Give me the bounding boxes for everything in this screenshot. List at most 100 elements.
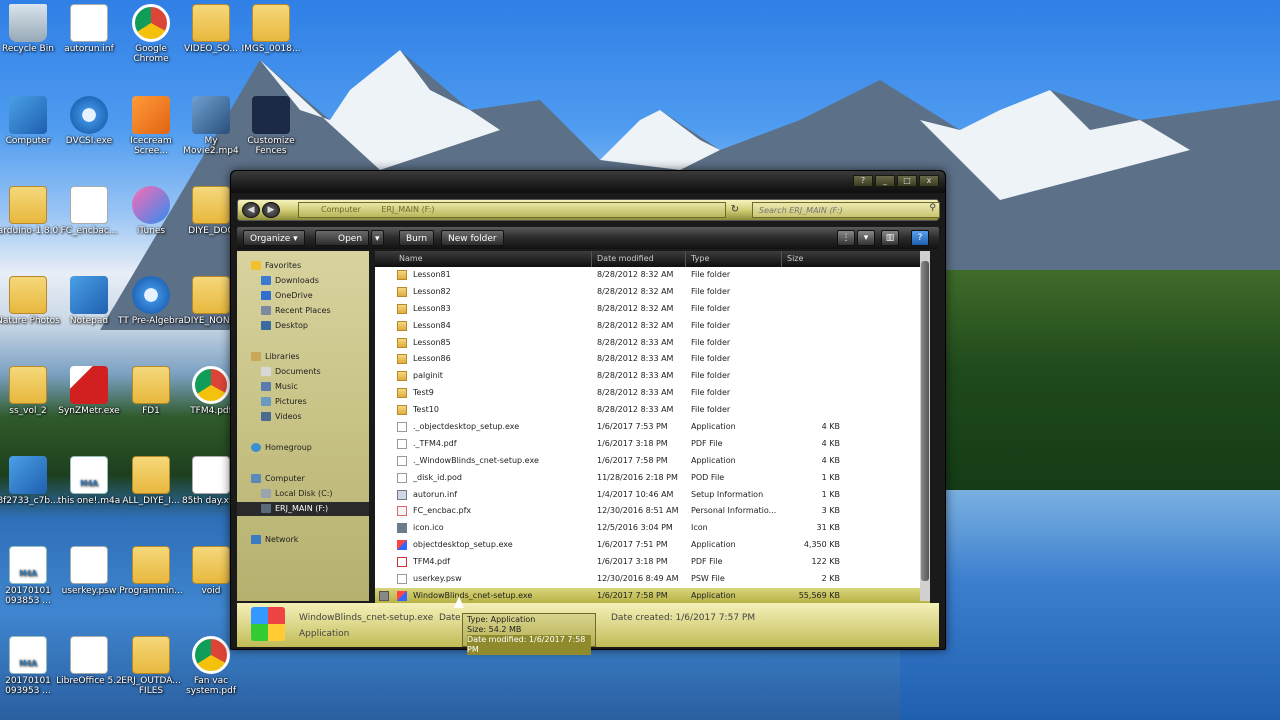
desktop-icon-tt-prealgebra[interactable]: TT Pre-Algebra bbox=[118, 276, 184, 326]
file-row[interactable]: Test10 8/28/2012 8:33 AM File folder bbox=[375, 402, 930, 419]
desktop-icon-ss-vol-2[interactable]: ss_vol_2 bbox=[0, 366, 61, 416]
file-date: 11/28/2016 2:18 PM bbox=[597, 472, 678, 482]
nav-computer[interactable]: Computer bbox=[237, 472, 369, 486]
file-date: 8/28/2012 8:33 AM bbox=[597, 337, 674, 347]
nav-homegroup[interactable]: Homegroup bbox=[237, 441, 369, 455]
nav-erj-main[interactable]: ERJ_MAIN (F:) bbox=[237, 502, 369, 516]
burn-button[interactable]: Burn bbox=[399, 230, 435, 246]
nav-onedrive[interactable]: OneDrive bbox=[237, 289, 369, 303]
file-row[interactable]: userkey.psw 12/30/2016 8:49 AM PSW File 2 K… bbox=[375, 571, 930, 588]
column-name[interactable]: Name bbox=[399, 254, 423, 263]
desktop-icon-20170101-a[interactable]: M4A 20170101 093853 ... bbox=[0, 546, 61, 606]
file-row[interactable]: Lesson82 8/28/2012 8:32 AM File folder bbox=[375, 284, 930, 301]
desktop-icon-icecream[interactable]: Icecream Scree... bbox=[118, 96, 184, 156]
desktop-icon-computer[interactable]: Computer bbox=[0, 96, 61, 146]
nav-network[interactable]: Network bbox=[237, 533, 369, 547]
desktop-icon-8f2733[interactable]: 8f2733_c7b... bbox=[0, 456, 61, 506]
desktop-icon-erj-outda[interactable]: ERJ_OUTDA... FILES bbox=[118, 636, 184, 696]
file-row[interactable]: Lesson85 8/28/2012 8:33 AM File folder bbox=[375, 335, 930, 352]
file-row[interactable]: icon.ico 12/5/2016 3:04 PM Icon 31 KB bbox=[375, 520, 930, 537]
new-folder-button[interactable]: New folder bbox=[441, 230, 504, 246]
nav-videos[interactable]: Videos bbox=[237, 410, 369, 424]
file-row[interactable]: _disk_id.pod 11/28/2016 2:18 PM POD File 1 … bbox=[375, 470, 930, 487]
desktop-icon-dvcsi[interactable]: DVCSI.exe bbox=[56, 96, 122, 146]
refresh-icon[interactable]: ↻ bbox=[728, 203, 742, 217]
search-icon[interactable]: ⚲ bbox=[929, 203, 936, 213]
forward-button[interactable]: ▶ bbox=[262, 202, 280, 218]
file-row[interactable]: ._objectdesktop_setup.exe 1/6/2017 7:53 P… bbox=[375, 419, 930, 436]
preview-pane-icon[interactable]: ▥ bbox=[881, 230, 899, 246]
address-field[interactable]: Computer ERJ_MAIN (F:) bbox=[298, 202, 726, 218]
nav-local-disk[interactable]: Local Disk (C:) bbox=[237, 487, 369, 501]
column-separator[interactable] bbox=[591, 251, 592, 267]
desktop-icon-synzmetr[interactable]: SynZMetr.exe bbox=[56, 366, 122, 416]
spreadsheet-icon bbox=[192, 456, 230, 494]
file-row[interactable]: FC_encbac.pfx 12/30/2016 8:51 AM Personal … bbox=[375, 503, 930, 520]
vertical-scrollbar[interactable] bbox=[920, 251, 930, 601]
column-separator[interactable] bbox=[781, 251, 782, 267]
desktop-icon-imgs[interactable]: IMGS_0018... bbox=[238, 4, 304, 54]
desktop-icon-my-movie[interactable]: My Movie2.mp4 bbox=[178, 96, 244, 156]
column-separator[interactable] bbox=[685, 251, 686, 267]
desktop-icon-fd1[interactable]: FD1 bbox=[118, 366, 184, 416]
column-type[interactable]: Type bbox=[691, 254, 709, 263]
desktop-icon-fc-encbac[interactable]: FC_encbac... bbox=[56, 186, 122, 236]
title-bar[interactable]: ? _ □ x bbox=[231, 171, 945, 193]
search-input[interactable] bbox=[753, 203, 921, 217]
file-row[interactable]: autorun.inf 1/4/2017 10:46 AM Setup Inform… bbox=[375, 487, 930, 504]
file-row[interactable]: Lesson81 8/28/2012 8:32 AM File folder bbox=[375, 267, 930, 284]
desktop-icon-20170101-b[interactable]: M4A 20170101 093953 ... bbox=[0, 636, 61, 696]
checkbox[interactable] bbox=[379, 590, 389, 601]
file-size: 4 KB bbox=[821, 455, 840, 465]
desktop-icon-nature-photos[interactable]: Nature Photos bbox=[0, 276, 61, 326]
file-row[interactable]: Test9 8/28/2012 8:33 AM File folder bbox=[375, 385, 930, 402]
desktop-icon-notepad[interactable]: Notepad bbox=[56, 276, 122, 326]
desktop-icon-this-one[interactable]: M4A this one!.m4a bbox=[56, 456, 122, 506]
nav-recent-places[interactable]: Recent Places bbox=[237, 304, 369, 318]
nav-downloads[interactable]: Downloads bbox=[237, 274, 369, 288]
file-row[interactable]: ._WindowBlinds_cnet-setup.exe 1/6/2017 7:… bbox=[375, 453, 930, 470]
file-date: 8/28/2012 8:32 AM bbox=[597, 270, 674, 279]
maximize-button[interactable]: □ bbox=[897, 175, 917, 187]
desktop-icon-video-so[interactable]: VIDEO_SO... bbox=[178, 4, 244, 54]
file-row[interactable]: Lesson86 8/28/2012 8:33 AM File folder bbox=[375, 351, 930, 368]
desktop-icon-recycle-bin[interactable]: Recycle Bin bbox=[0, 4, 61, 54]
desktop-icon-all-diye[interactable]: ALL_DIYE_I... bbox=[118, 456, 184, 506]
file-date: 12/30/2016 8:49 AM bbox=[597, 574, 679, 584]
desktop-icon-fences[interactable]: Customize Fences bbox=[238, 96, 304, 156]
help-button[interactable]: ? bbox=[853, 175, 873, 187]
breadcrumb-computer[interactable]: Computer bbox=[321, 205, 361, 214]
desktop-icon-arduino[interactable]: arduino-1.8.0 bbox=[0, 186, 61, 236]
nav-desktop[interactable]: Desktop bbox=[237, 319, 369, 333]
desktop-icon-chrome[interactable]: Google Chrome bbox=[118, 4, 184, 64]
nav-favorites[interactable]: Favorites bbox=[237, 259, 369, 273]
desktop-icon-libreoffice[interactable]: LibreOffice 5.2 bbox=[56, 636, 122, 686]
nav-pictures[interactable]: Pictures bbox=[237, 395, 369, 409]
close-button[interactable]: x bbox=[919, 175, 939, 187]
file-row[interactable]: Lesson83 8/28/2012 8:32 AM File folder bbox=[375, 301, 930, 318]
file-row[interactable]: TFM4.pdf 1/6/2017 3:18 PM PDF File 122 KB bbox=[375, 554, 930, 571]
scroll-thumb[interactable] bbox=[921, 261, 929, 581]
desktop-icon-itunes[interactable]: iTunes bbox=[118, 186, 184, 236]
open-button[interactable]: Open bbox=[315, 230, 370, 246]
file-row[interactable]: palginit 8/28/2012 8:33 AM File folder bbox=[375, 368, 930, 385]
minimize-button[interactable]: _ bbox=[875, 175, 895, 187]
desktop-icon-userkey[interactable]: userkey.psw bbox=[56, 546, 122, 596]
back-button[interactable]: ◀ bbox=[242, 202, 260, 218]
column-size[interactable]: Size bbox=[787, 254, 803, 263]
view-dropdown-icon[interactable]: ▾ bbox=[857, 230, 875, 246]
help-icon[interactable]: ? bbox=[911, 230, 929, 246]
organize-button[interactable]: Organize ▾ bbox=[243, 230, 305, 246]
file-row[interactable]: Lesson84 8/28/2012 8:32 AM File folder bbox=[375, 318, 930, 335]
open-dropdown-button[interactable]: ▾ bbox=[371, 230, 384, 246]
breadcrumb-erj-main[interactable]: ERJ_MAIN (F:) bbox=[381, 205, 434, 214]
desktop-icon-autorun[interactable]: autorun.inf bbox=[56, 4, 122, 54]
view-options-icon[interactable]: ⋮ bbox=[837, 230, 855, 246]
nav-libraries[interactable]: Libraries bbox=[237, 350, 369, 364]
column-date-modified[interactable]: Date modified bbox=[597, 254, 654, 263]
nav-music[interactable]: Music bbox=[237, 380, 369, 394]
nav-documents[interactable]: Documents bbox=[237, 365, 369, 379]
file-row[interactable]: ._TFM4.pdf 1/6/2017 3:18 PM PDF File 4 KB bbox=[375, 436, 930, 453]
file-row[interactable]: objectdesktop_setup.exe 1/6/2017 7:51 PM A… bbox=[375, 537, 930, 554]
desktop-icon-programmin[interactable]: Programmin... bbox=[118, 546, 184, 596]
